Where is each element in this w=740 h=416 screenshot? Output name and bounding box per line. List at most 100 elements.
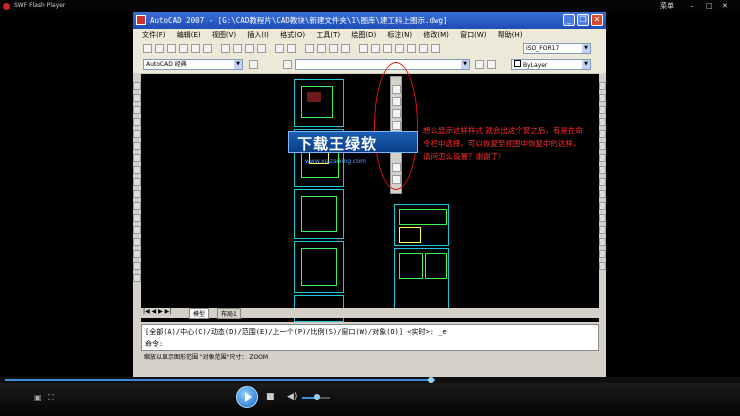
revision-cloud-icon[interactable] bbox=[133, 166, 141, 174]
text-style-select[interactable]: ISO_FOR17 ▼ bbox=[523, 43, 591, 54]
menu-file[interactable]: 文件(F) bbox=[142, 29, 166, 41]
construction-line-icon[interactable] bbox=[133, 94, 141, 102]
maximize-icon[interactable]: □ bbox=[706, 0, 713, 12]
mirror-icon[interactable] bbox=[599, 106, 606, 114]
break-icon[interactable] bbox=[599, 214, 606, 222]
workspace-settings-icon[interactable] bbox=[249, 60, 258, 69]
undo-icon[interactable] bbox=[275, 44, 284, 53]
scale-icon[interactable] bbox=[599, 166, 606, 174]
drawing-canvas[interactable] bbox=[141, 74, 599, 322]
menu-insert[interactable]: 插入(I) bbox=[247, 29, 269, 41]
circle-icon[interactable] bbox=[133, 154, 141, 162]
zoom-previous-icon[interactable] bbox=[341, 44, 350, 53]
tool-palettes-icon[interactable] bbox=[383, 44, 392, 53]
make-layer-current-icon[interactable] bbox=[475, 60, 484, 69]
trim-icon[interactable] bbox=[599, 190, 606, 198]
new-file-icon[interactable] bbox=[143, 44, 152, 53]
menu-window[interactable]: 窗口(W) bbox=[460, 29, 486, 41]
spline-icon[interactable] bbox=[133, 178, 141, 186]
menu-view[interactable]: 视图(V) bbox=[212, 29, 236, 41]
menu-format[interactable]: 格式(O) bbox=[280, 29, 305, 41]
properties-icon[interactable] bbox=[359, 44, 368, 53]
zoom-window-icon[interactable] bbox=[329, 44, 338, 53]
tab-nav-arrows[interactable]: |◀ ◀ ▶ ▶| bbox=[143, 308, 171, 315]
menu-tools[interactable]: 工具(T) bbox=[316, 29, 340, 41]
markup-icon[interactable] bbox=[407, 44, 416, 53]
copy-object-icon[interactable] bbox=[599, 94, 606, 102]
pan-icon[interactable] bbox=[305, 44, 314, 53]
play-button[interactable] bbox=[236, 386, 258, 408]
menu-draw[interactable]: 绘图(D) bbox=[351, 29, 376, 41]
table-icon[interactable] bbox=[133, 262, 141, 270]
make-block-icon[interactable] bbox=[133, 214, 141, 222]
match-properties-icon[interactable] bbox=[257, 44, 266, 53]
multiline-text-icon[interactable] bbox=[133, 274, 141, 282]
chevron-down-icon[interactable]: ▼ bbox=[461, 60, 469, 69]
design-center-icon[interactable] bbox=[371, 44, 380, 53]
cad-minimize-button[interactable]: _ bbox=[563, 14, 575, 26]
chevron-down-icon[interactable]: ▼ bbox=[582, 60, 590, 69]
stretch-icon[interactable] bbox=[599, 178, 606, 186]
chevron-down-icon[interactable]: ▼ bbox=[234, 60, 242, 69]
paste-icon[interactable] bbox=[245, 44, 254, 53]
fillet-icon[interactable] bbox=[599, 250, 606, 258]
stop-button[interactable]: ■ bbox=[266, 392, 275, 402]
help-icon[interactable] bbox=[431, 44, 440, 53]
line-icon[interactable] bbox=[133, 82, 141, 90]
extend-icon[interactable] bbox=[599, 202, 606, 210]
layer-previous-icon[interactable] bbox=[487, 60, 496, 69]
menu-edit[interactable]: 编辑(E) bbox=[177, 29, 201, 41]
print-icon[interactable] bbox=[179, 44, 188, 53]
watermark-banner: 下载王绿软 bbox=[288, 131, 418, 153]
insert-block-icon[interactable] bbox=[133, 202, 141, 210]
offset-icon[interactable] bbox=[599, 118, 606, 126]
screenshot-icon[interactable]: ▣ bbox=[34, 393, 42, 402]
open-file-icon[interactable] bbox=[155, 44, 164, 53]
move-icon[interactable] bbox=[599, 142, 606, 150]
tab-model[interactable]: 模型 bbox=[189, 308, 210, 319]
color-select[interactable]: ByLayer ▼ bbox=[511, 59, 591, 70]
redo-icon[interactable] bbox=[287, 44, 296, 53]
player-menu-button[interactable]: 菜单 bbox=[660, 0, 674, 12]
publish-icon[interactable] bbox=[203, 44, 212, 53]
rotate-icon[interactable] bbox=[599, 154, 606, 162]
menu-modify[interactable]: 修改(M) bbox=[423, 29, 449, 41]
arc-icon[interactable] bbox=[133, 142, 141, 150]
workspace-select[interactable]: AutoCAD 经典 ▼ bbox=[143, 59, 243, 70]
menu-help[interactable]: 帮助(H) bbox=[498, 29, 523, 41]
calculator-icon[interactable] bbox=[419, 44, 428, 53]
join-icon[interactable] bbox=[599, 226, 606, 234]
cad-close-button[interactable]: ✕ bbox=[591, 14, 603, 26]
layer-manager-icon[interactable] bbox=[283, 60, 292, 69]
minimize-icon[interactable]: – bbox=[690, 0, 694, 12]
ellipse-icon[interactable] bbox=[133, 190, 141, 198]
chevron-down-icon[interactable]: ▼ bbox=[582, 44, 590, 53]
point-icon[interactable] bbox=[133, 226, 141, 234]
command-line[interactable]: [全部(A)/中心(C)/动态(D)/范围(E)/上一个(P)/比例(S)/窗口… bbox=[141, 324, 599, 351]
region-icon[interactable] bbox=[133, 250, 141, 258]
cut-icon[interactable] bbox=[221, 44, 230, 53]
player-title-bar: SWF Flash Player 菜单 – □ ✕ bbox=[0, 0, 740, 12]
cad-restore-button[interactable]: ❐ bbox=[577, 14, 589, 26]
volume-icon[interactable]: ◀) bbox=[287, 392, 297, 402]
polygon-icon[interactable] bbox=[133, 118, 141, 126]
sheet-set-icon[interactable] bbox=[395, 44, 404, 53]
polyline-icon[interactable] bbox=[133, 106, 141, 114]
array-icon[interactable] bbox=[599, 130, 606, 138]
layer-select[interactable]: ▼ bbox=[295, 59, 470, 70]
volume-handle[interactable] bbox=[314, 394, 320, 400]
close-icon[interactable]: ✕ bbox=[722, 0, 728, 12]
hatch-icon[interactable] bbox=[133, 238, 141, 246]
explode-icon[interactable] bbox=[599, 262, 606, 270]
zoom-realtime-icon[interactable] bbox=[317, 44, 326, 53]
copy-icon[interactable] bbox=[233, 44, 242, 53]
rectangle-icon[interactable] bbox=[133, 130, 141, 138]
fullscreen-icon[interactable]: ⛶ bbox=[48, 393, 54, 403]
save-icon[interactable] bbox=[167, 44, 176, 53]
modify-toolbar bbox=[599, 74, 606, 322]
preview-icon[interactable] bbox=[191, 44, 200, 53]
chamfer-icon[interactable] bbox=[599, 238, 606, 246]
menu-dimension[interactable]: 标注(N) bbox=[387, 29, 412, 41]
tab-layout1[interactable]: 布局1 bbox=[217, 308, 241, 319]
erase-icon[interactable] bbox=[599, 82, 606, 90]
